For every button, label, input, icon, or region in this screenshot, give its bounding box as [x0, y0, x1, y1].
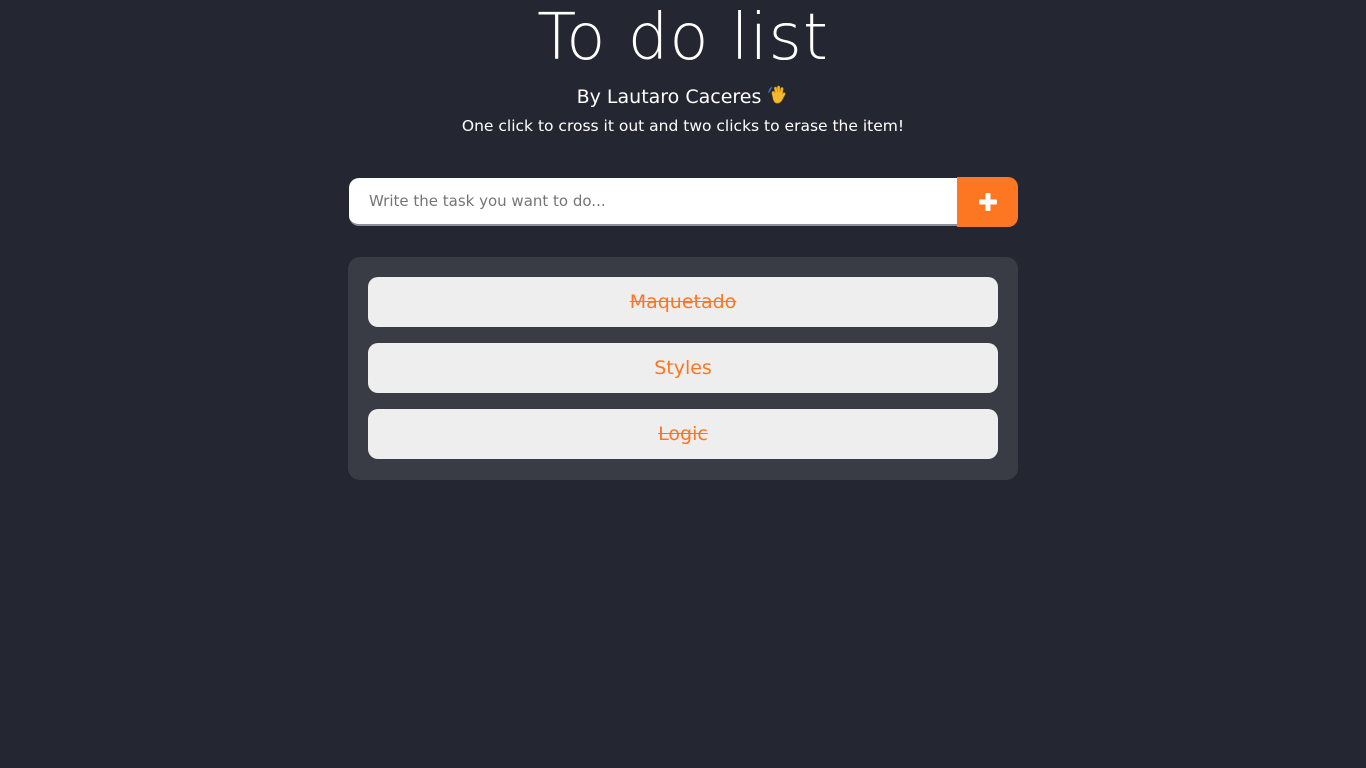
page-header: To do list By Lautaro Caceres One click … [0, 0, 1366, 136]
waving-hand-icon [768, 85, 786, 104]
add-task-button[interactable] [957, 177, 1018, 227]
task-label: Logic [658, 423, 708, 445]
task-item[interactable]: Logic [368, 409, 998, 459]
task-item[interactable]: Maquetado [368, 277, 998, 327]
add-task-form [349, 177, 1018, 227]
page-title: To do list [537, 1, 829, 75]
author-line: By Lautaro Caceres [0, 84, 1366, 110]
task-list-panel: Maquetado Styles Logic [348, 257, 1018, 480]
task-list: Maquetado Styles Logic [368, 277, 998, 459]
plus-icon [978, 193, 997, 211]
author-name: By Lautaro Caceres [576, 86, 762, 108]
task-input[interactable] [349, 178, 957, 226]
task-label: Styles [654, 357, 712, 379]
task-label: Maquetado [629, 291, 737, 313]
instructions-text: One click to cross it out and two clicks… [461, 117, 905, 135]
task-item[interactable]: Styles [368, 343, 998, 393]
